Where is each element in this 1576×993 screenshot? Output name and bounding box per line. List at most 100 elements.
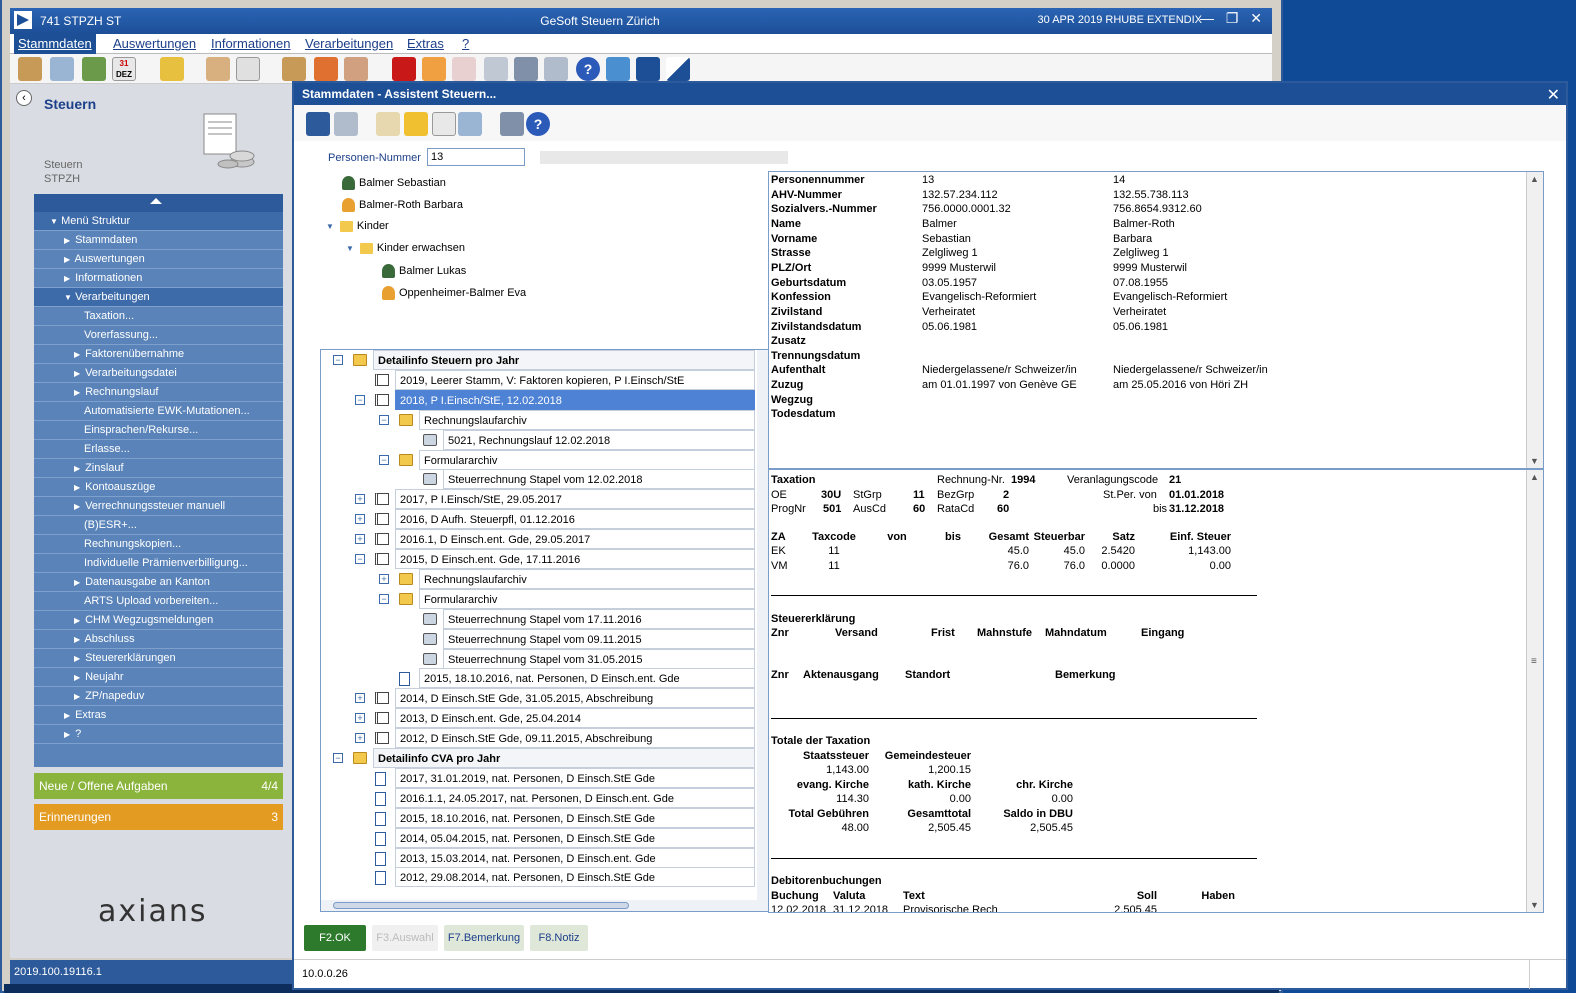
tree-item[interactable]: 2015, D Einsch.ent. Gde, 17.11.2016 [395, 549, 755, 569]
expand-icon[interactable]: + [355, 494, 365, 505]
tree-item[interactable]: 2015, 18.10.2016, nat. Personen, D Einsc… [419, 668, 755, 689]
remark-button[interactable]: F7.Bemerkung [444, 925, 524, 951]
expand-icon[interactable]: + [355, 733, 365, 744]
collapsed-arrow-icon[interactable]: ▶ [74, 687, 82, 706]
nav-item[interactable]: ▶ Abschluss [34, 630, 283, 649]
expanded-arrow-icon[interactable]: ▼ [50, 212, 58, 231]
calculator-icon[interactable] [484, 57, 508, 81]
note-button[interactable]: F8.Notiz [530, 925, 588, 951]
open-tasks-button[interactable]: Neue / Offene Aufgaben 4/4 [34, 773, 283, 799]
tree-item[interactable]: 2013, 15.03.2014, nat. Personen, D Einsc… [395, 847, 755, 868]
tree-item[interactable]: Rechnungslaufarchiv [419, 409, 755, 430]
nav-item[interactable]: ▼ Verarbeitungen [34, 288, 283, 307]
tree-horizontal-scrollbar[interactable] [321, 900, 769, 911]
note-icon[interactable] [404, 112, 428, 136]
edit-doc-icon[interactable] [376, 112, 400, 136]
collapsed-arrow-icon[interactable]: ▶ [74, 383, 82, 402]
nav-item[interactable]: ▶ Extras [34, 706, 283, 725]
nav-item[interactable]: (B)ESR+... [34, 516, 283, 535]
menu-verarbeitungen[interactable]: Verarbeitungen [305, 36, 393, 51]
tree-item[interactable]: Formulararchiv [419, 449, 755, 470]
tree-item[interactable]: Steuerrechnung Stapel vom 31.05.2015 [443, 648, 755, 669]
people-icon[interactable] [314, 57, 338, 81]
help-icon[interactable]: ? [526, 112, 550, 136]
person-item[interactable]: Balmer Sebastian [342, 176, 446, 190]
window-controls[interactable]: — ❐ ✕ [1200, 10, 1266, 27]
expand-icon[interactable]: ▼ [346, 244, 354, 253]
collapse-icon[interactable]: − [379, 593, 389, 604]
calendar-icon[interactable]: 31 DEZ [112, 57, 136, 81]
tree-group[interactable]: Detailinfo Steuern pro Jahr [373, 350, 755, 370]
tree-item[interactable]: 2014, D Einsch.StE Gde, 31.05.2015, Absc… [395, 688, 755, 709]
nav-item[interactable]: ▶ Zinslauf [34, 459, 283, 478]
nav-item[interactable]: Einsprachen/Rekurse... [34, 421, 283, 440]
collapsed-arrow-icon[interactable]: ▶ [74, 497, 82, 516]
collapse-icon[interactable]: − [379, 454, 389, 465]
nav-item[interactable]: ▶ Neujahr [34, 668, 283, 687]
nav-item[interactable]: Vorerfassung... [34, 326, 283, 345]
collapse-icon[interactable]: − [333, 753, 343, 763]
tree-item[interactable]: 2016, D Aufh. Steuerpfl, 01.12.2016 [395, 509, 755, 530]
person-item[interactable]: Balmer Lukas [382, 264, 466, 278]
menu-stammdaten[interactable]: Stammdaten [14, 34, 96, 54]
nav-item[interactable]: ▼ Menü Struktur [34, 212, 283, 231]
tree-item[interactable]: Steuerrechnung Stapel vom 09.11.2015 [443, 628, 755, 649]
back-icon[interactable]: ‹ [16, 90, 32, 106]
printer-icon[interactable] [514, 57, 538, 81]
nav-item[interactable]: Rechnungskopien... [34, 535, 283, 554]
expand-icon[interactable]: + [355, 693, 365, 704]
tree-item[interactable]: Rechnungslaufarchiv [419, 568, 755, 589]
search-icon[interactable] [50, 57, 74, 81]
document-icon[interactable] [236, 57, 260, 81]
menu-extras[interactable]: Extras [407, 36, 444, 51]
ok-button[interactable]: F2.OK [304, 925, 366, 951]
tree-item[interactable]: 2017, P I.Einsch/StE, 29.05.2017 [395, 489, 755, 510]
nav-item[interactable]: ▶ ZP/napeduv [34, 687, 283, 706]
person-item[interactable]: Oppenheimer-Balmer Eva [382, 286, 526, 300]
tree-item[interactable]: Steuerrechnung Stapel vom 17.11.2016 [443, 608, 755, 629]
tree-item[interactable]: 5021, Rechnungslauf 12.02.2018 [443, 429, 755, 450]
nav-item[interactable]: ▶ CHM Wegzugsmeldungen [34, 611, 283, 630]
collapsed-arrow-icon[interactable]: ▶ [74, 478, 82, 497]
collapse-icon[interactable]: − [379, 414, 389, 425]
collapsed-arrow-icon[interactable]: ▶ [74, 345, 82, 364]
save-icon[interactable] [306, 112, 330, 136]
scroll-thumb[interactable] [333, 902, 629, 909]
transfer-icon[interactable] [606, 57, 630, 81]
help-icon[interactable]: ? [576, 57, 600, 81]
wand-icon[interactable] [160, 57, 184, 81]
nav-item[interactable]: ▶ Verrechnungssteuer manuell [34, 497, 283, 516]
tree-item[interactable]: Steuerrechnung Stapel vom 12.02.2018 [443, 469, 755, 490]
tree-item[interactable]: 2015, 18.10.2016, nat. Personen, D Einsc… [395, 807, 755, 828]
tree-item[interactable]: 2016.1, D Einsch.ent. Gde, 29.05.2017 [395, 529, 755, 550]
axians-icon[interactable] [666, 57, 690, 81]
collapse-icon[interactable]: − [355, 394, 365, 405]
collapsed-arrow-icon[interactable]: ▶ [74, 459, 82, 478]
house-icon[interactable] [344, 57, 368, 81]
menu-informationen[interactable]: Informationen [211, 36, 291, 51]
person-item[interactable]: ▼ Kinder erwachsen [346, 242, 465, 254]
nav-item[interactable]: ▶ Informationen [34, 269, 283, 288]
expand-icon[interactable]: ▼ [326, 222, 334, 231]
collapsed-arrow-icon[interactable]: ▶ [74, 649, 82, 668]
collapsed-arrow-icon[interactable]: ▶ [64, 231, 72, 250]
expand-icon[interactable]: + [355, 713, 365, 724]
person-item[interactable]: ▼ Kinder [326, 220, 389, 232]
checklist-icon[interactable] [452, 57, 476, 81]
collapsed-arrow-icon[interactable]: ▶ [64, 725, 72, 744]
collapse-bar[interactable] [34, 194, 283, 212]
refresh-icon[interactable] [82, 57, 106, 81]
copy-icon[interactable] [432, 112, 456, 136]
nav-item[interactable]: ARTS Upload vorbereiten... [34, 592, 283, 611]
nav-item[interactable]: Erlasse... [34, 440, 283, 459]
collapse-icon[interactable]: − [355, 554, 365, 564]
tree-item[interactable]: 2016.1.1, 24.05.2017, nat. Personen, D E… [395, 787, 755, 808]
tree-item[interactable]: 2019, Leerer Stamm, V: Faktoren kopieren… [395, 369, 755, 390]
tree-item[interactable]: 2017, 31.01.2019, nat. Personen, D Einsc… [395, 767, 755, 788]
taxation-scrollbar[interactable]: ▲ ▼ ≡ [1526, 470, 1543, 912]
nav-item[interactable]: ▶ Faktorenübernahme [34, 345, 283, 364]
nav-item[interactable]: ▶ Datenausgabe an Kanton [34, 573, 283, 592]
nav-item[interactable]: ▶ Kontoauszüge [34, 478, 283, 497]
nav-item[interactable]: Automatisierte EWK-Mutationen... [34, 402, 283, 421]
mail-icon[interactable] [458, 112, 482, 136]
